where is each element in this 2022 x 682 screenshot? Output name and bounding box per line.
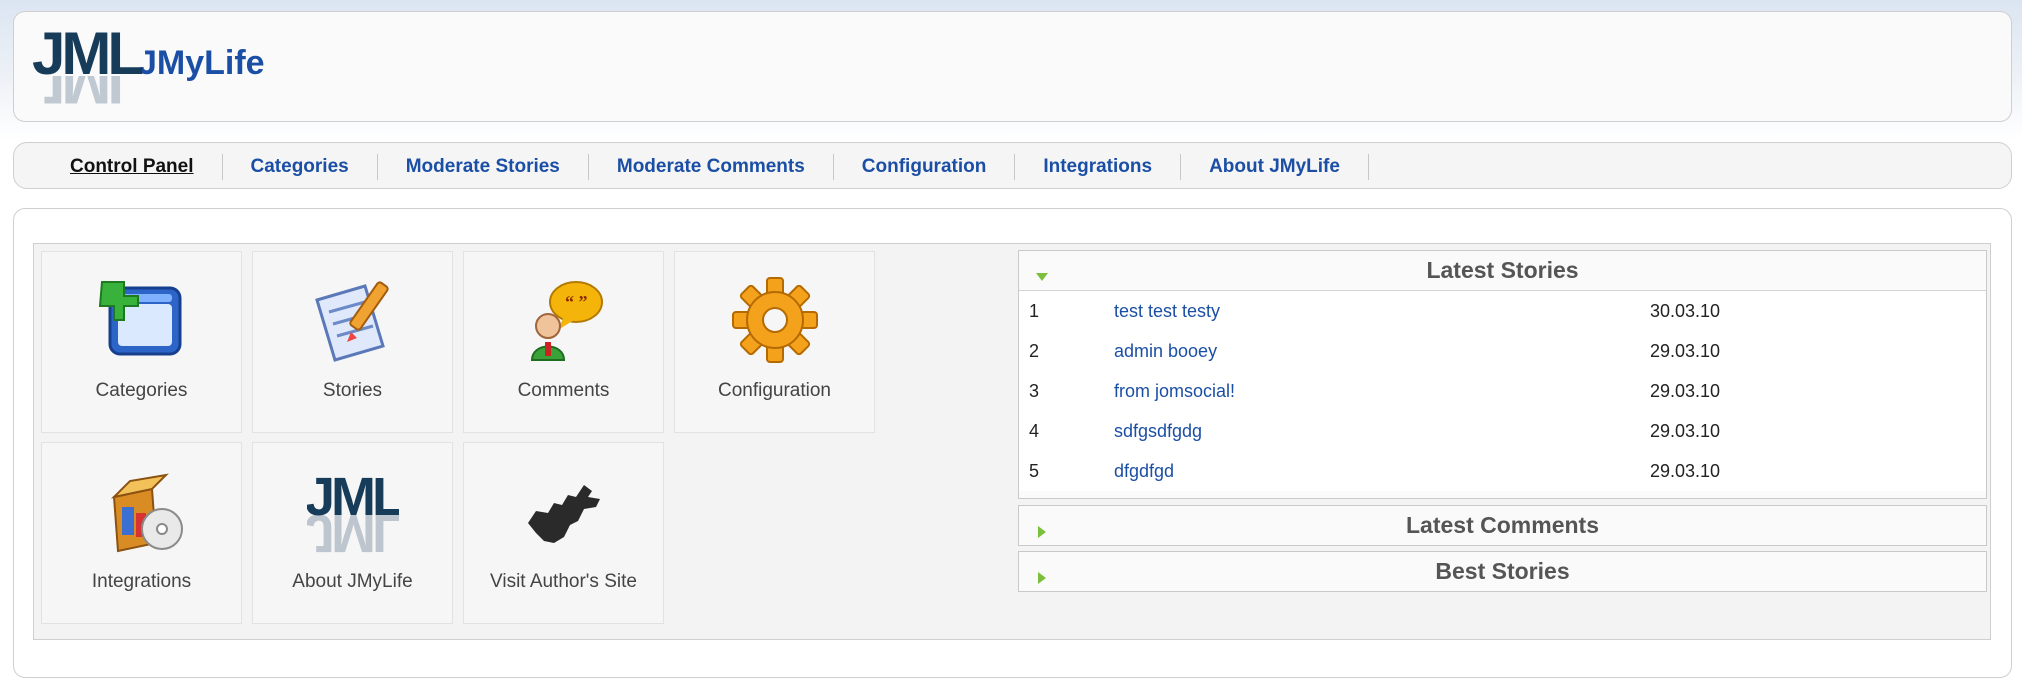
tile-about-jmylife[interactable]: JML JML About JMyLife — [252, 442, 453, 624]
tile-label: Visit Author's Site — [490, 571, 637, 592]
tile-configuration[interactable]: Configuration — [674, 251, 875, 433]
svg-text:“ ”: “ ” — [565, 292, 588, 312]
tile-comments[interactable]: “ ” Comments — [463, 251, 664, 433]
row-number: 5 — [1029, 460, 1040, 481]
best-stories-header[interactable]: Best Stories — [1019, 552, 1986, 591]
table-row: 4 sdfgsdfgdg 29.03.10 — [1019, 411, 1986, 451]
story-date: 30.03.10 — [1650, 300, 1721, 321]
tile-visit-author-site[interactable]: Visit Author's Site — [463, 442, 664, 624]
control-panel-area: Categories Stories “ ” Comments Configur… — [33, 243, 1991, 640]
latest-comments-header[interactable]: Latest Comments — [1019, 506, 1986, 545]
main-panel: Categories Stories “ ” Comments Configur… — [13, 208, 2012, 678]
story-link[interactable]: test test testy — [1114, 301, 1220, 322]
story-date: 29.03.10 — [1650, 420, 1721, 441]
row-number: 2 — [1029, 340, 1040, 361]
tile-categories[interactable]: Categories — [41, 251, 242, 433]
configuration-icon — [725, 270, 825, 370]
row-number: 1 — [1029, 300, 1040, 321]
tile-label: Configuration — [717, 380, 832, 401]
map-silhouette-icon — [514, 461, 614, 561]
top-nav: Control Panel Categories Moderate Storie… — [13, 142, 2012, 189]
tile-label: Categories — [95, 380, 188, 401]
comments-icon: “ ” — [514, 270, 614, 370]
nav-list: Control Panel Categories Moderate Storie… — [40, 143, 1369, 190]
table-row: 3 from jomsocial! 29.03.10 — [1019, 371, 1986, 411]
story-link[interactable]: sdfgsdfgdg — [1114, 421, 1202, 442]
tile-integrations[interactable]: Integrations — [41, 442, 242, 624]
nav-about-jmylife[interactable]: About JMyLife — [1181, 153, 1369, 180]
row-number: 4 — [1029, 420, 1040, 441]
nav-control-panel[interactable]: Control Panel — [40, 153, 223, 180]
header-bar: JML JML JMyLife — [13, 11, 2012, 122]
svg-text:JML: JML — [307, 503, 399, 557]
nav-categories[interactable]: Categories — [223, 153, 378, 180]
categories-icon — [92, 270, 192, 370]
latest-stories-list: 1 test test testy 30.03.10 2 admin booey… — [1019, 290, 1986, 491]
nav-moderate-comments[interactable]: Moderate Comments — [589, 153, 834, 180]
latest-comments-panel[interactable]: Latest Comments — [1018, 505, 1987, 546]
row-number: 3 — [1029, 380, 1040, 401]
story-date: 29.03.10 — [1650, 460, 1721, 481]
tile-label: Stories — [322, 380, 383, 401]
about-logo-icon: JML JML — [303, 461, 403, 561]
tile-label: Comments — [517, 380, 610, 401]
tile-label: Integrations — [91, 571, 192, 592]
story-link[interactable]: dfgdfgd — [1114, 461, 1174, 482]
latest-stories-header[interactable]: Latest Stories — [1019, 251, 1986, 290]
latest-comments-title: Latest Comments — [1406, 512, 1599, 538]
story-date: 29.03.10 — [1650, 380, 1721, 401]
table-row: 1 test test testy 30.03.10 — [1019, 291, 1986, 331]
story-date: 29.03.10 — [1650, 340, 1721, 361]
story-link[interactable]: from jomsocial! — [1114, 381, 1235, 402]
brand[interactable]: JML JML JMyLife — [32, 20, 265, 113]
table-row: 5 dfgdfgd 29.03.10 — [1019, 451, 1986, 491]
best-stories-title: Best Stories — [1435, 558, 1570, 584]
latest-stories-title: Latest Stories — [1426, 257, 1579, 283]
nav-integrations[interactable]: Integrations — [1015, 153, 1182, 180]
app-title: JMyLife — [138, 43, 265, 82]
best-stories-panel[interactable]: Best Stories — [1018, 551, 1987, 592]
integrations-icon — [92, 461, 192, 561]
story-link[interactable]: admin booey — [1114, 341, 1217, 362]
tile-stories[interactable]: Stories — [252, 251, 453, 433]
stories-icon — [303, 270, 403, 370]
latest-stories-panel: Latest Stories 1 test test testy 30.03.1… — [1018, 250, 1987, 499]
table-row: 2 admin booey 29.03.10 — [1019, 331, 1986, 371]
tile-label: About JMyLife — [292, 571, 413, 592]
nav-moderate-stories[interactable]: Moderate Stories — [378, 153, 589, 180]
jml-logo-icon: JML JML — [32, 20, 144, 113]
nav-configuration[interactable]: Configuration — [834, 153, 1016, 180]
